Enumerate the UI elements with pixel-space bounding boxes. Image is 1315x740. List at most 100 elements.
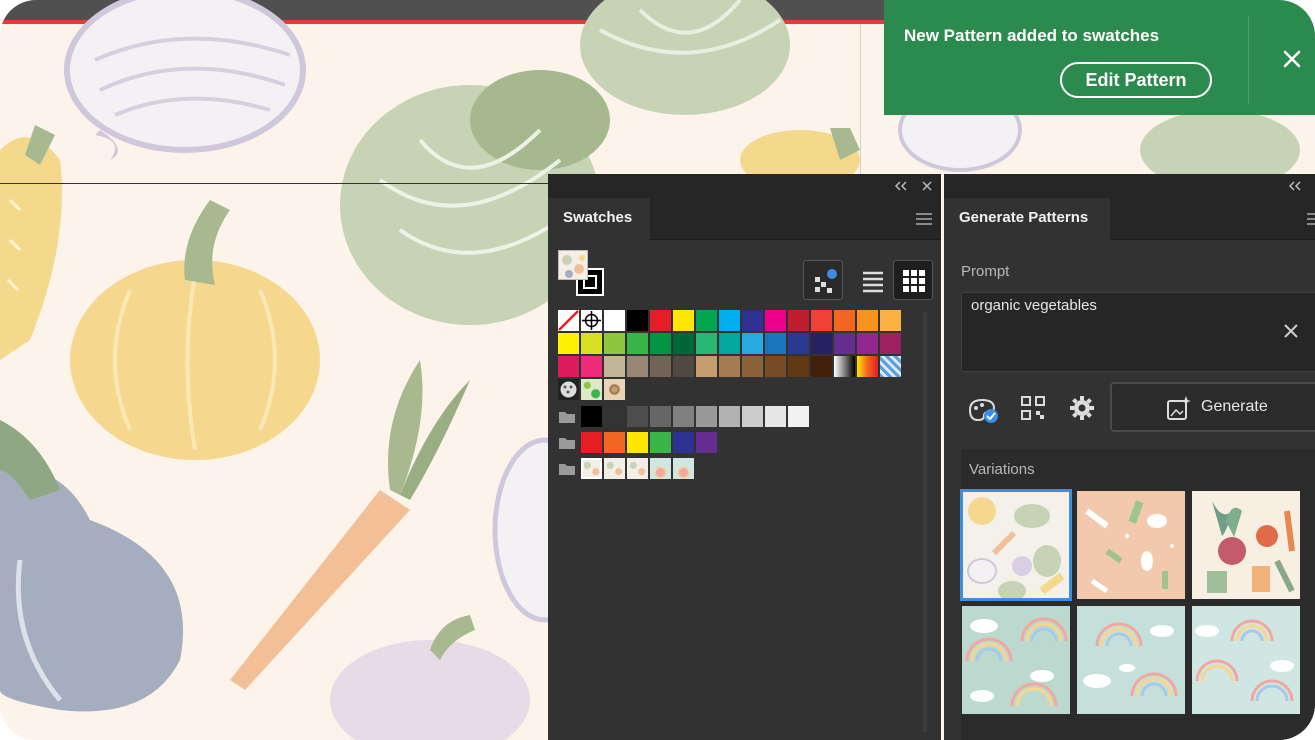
folder-icon[interactable] (558, 436, 576, 450)
color-swatch[interactable] (673, 333, 694, 354)
pattern-swatch[interactable] (604, 379, 625, 400)
color-swatch[interactable] (581, 356, 602, 377)
pattern-swatch[interactable] (558, 379, 579, 400)
color-swatch[interactable] (811, 356, 832, 377)
pattern-added-toast: New Pattern added to swatches Edit Patte… (884, 0, 1315, 115)
swatches-panel: Swatches (548, 174, 941, 740)
color-swatch[interactable] (627, 333, 648, 354)
color-swatch[interactable] (811, 310, 832, 331)
color-swatch[interactable] (627, 406, 648, 427)
edit-pattern-button[interactable]: Edit Pattern (1060, 62, 1212, 98)
color-swatch[interactable] (650, 356, 671, 377)
pattern-swatch[interactable] (581, 458, 602, 479)
color-swatch[interactable] (742, 406, 763, 427)
color-swatch[interactable] (696, 310, 717, 331)
variation-thumbnail[interactable] (1192, 491, 1300, 599)
generate-button[interactable]: Generate (1110, 382, 1315, 432)
color-swatch[interactable] (834, 310, 855, 331)
color-swatch[interactable] (788, 356, 809, 377)
pattern-swatch[interactable] (627, 458, 648, 479)
gradient-swatch[interactable] (834, 356, 855, 377)
tab-generate-patterns[interactable]: Generate Patterns (944, 198, 1110, 240)
pattern-swatch[interactable] (581, 379, 602, 400)
color-swatch[interactable] (857, 310, 878, 331)
style-reference-icon[interactable] (966, 394, 1000, 424)
color-swatch[interactable] (604, 406, 625, 427)
pattern-swatch[interactable] (650, 458, 671, 479)
prompt-value[interactable]: organic vegetables (971, 297, 1097, 314)
color-swatch[interactable] (742, 310, 763, 331)
color-swatch[interactable] (558, 333, 579, 354)
color-swatch[interactable] (604, 356, 625, 377)
cabbage-shape (580, 0, 790, 115)
color-swatch[interactable] (719, 406, 740, 427)
color-swatch[interactable] (650, 432, 671, 453)
color-swatch[interactable] (742, 333, 763, 354)
color-swatch[interactable] (696, 356, 717, 377)
color-swatch[interactable] (581, 432, 602, 453)
onion-shape (64, 0, 306, 160)
gradient-swatch[interactable] (880, 356, 901, 377)
folder-icon[interactable] (558, 462, 576, 476)
color-swatch[interactable] (880, 310, 901, 331)
color-swatch[interactable] (604, 432, 625, 453)
color-swatch[interactable] (696, 406, 717, 427)
color-swatch[interactable] (765, 356, 786, 377)
color-swatch[interactable] (581, 333, 602, 354)
color-swatch[interactable] (581, 406, 602, 427)
color-swatch[interactable] (742, 356, 763, 377)
color-swatch[interactable] (834, 333, 855, 354)
color-swatch[interactable] (719, 333, 740, 354)
variation-thumbnail[interactable] (962, 606, 1070, 714)
close-icon[interactable] (1283, 323, 1299, 339)
variations-section: Variations (960, 449, 1315, 740)
color-swatch[interactable] (788, 310, 809, 331)
color-swatch[interactable] (765, 310, 786, 331)
toast-message: New Pattern added to swatches (904, 26, 1160, 45)
color-swatch[interactable] (627, 432, 648, 453)
color-swatch[interactable] (604, 333, 625, 354)
color-swatch[interactable] (650, 333, 671, 354)
color-swatch[interactable] (673, 432, 694, 453)
color-swatch[interactable] (765, 406, 786, 427)
color-swatch[interactable] (627, 356, 648, 377)
variation-thumbnail[interactable] (960, 489, 1072, 601)
ruler-guide-vertical (860, 24, 861, 174)
color-swatch[interactable] (696, 432, 717, 453)
double-chevron-left-icon[interactable] (1288, 180, 1302, 192)
scrollbar[interactable] (923, 312, 927, 732)
color-swatch[interactable] (857, 333, 878, 354)
color-swatch[interactable] (558, 356, 579, 377)
color-swatch[interactable] (650, 310, 671, 331)
prompt-input[interactable]: organic vegetables (961, 292, 1315, 372)
color-swatch[interactable] (673, 356, 694, 377)
hamburger-menu-icon[interactable] (1306, 212, 1315, 226)
gradient-swatch[interactable] (857, 356, 878, 377)
color-swatch[interactable] (627, 310, 648, 331)
color-swatch[interactable] (719, 356, 740, 377)
color-swatch[interactable] (650, 406, 671, 427)
tile-type-icon[interactable] (1020, 395, 1046, 421)
close-icon[interactable] (1279, 46, 1305, 72)
pattern-swatch[interactable] (604, 458, 625, 479)
color-swatch[interactable] (765, 333, 786, 354)
color-swatch[interactable] (696, 333, 717, 354)
color-swatch[interactable] (880, 333, 901, 354)
pumpkin-shape (70, 200, 320, 460)
variation-thumbnail[interactable] (1077, 491, 1185, 599)
color-swatch[interactable] (719, 310, 740, 331)
color-swatch[interactable] (811, 333, 832, 354)
registration-swatch[interactable] (581, 310, 602, 331)
color-swatch[interactable] (673, 406, 694, 427)
prompt-label: Prompt (961, 263, 1010, 280)
color-swatch[interactable] (788, 333, 809, 354)
settings-icon[interactable] (1069, 395, 1095, 421)
folder-icon[interactable] (558, 410, 576, 424)
color-swatch[interactable] (673, 310, 694, 331)
pattern-swatch[interactable] (673, 458, 694, 479)
color-swatch[interactable] (788, 406, 809, 427)
color-swatch[interactable] (604, 310, 625, 331)
none-swatch[interactable] (558, 310, 579, 331)
variation-thumbnail[interactable] (1077, 606, 1185, 714)
variation-thumbnail[interactable] (1192, 606, 1300, 714)
